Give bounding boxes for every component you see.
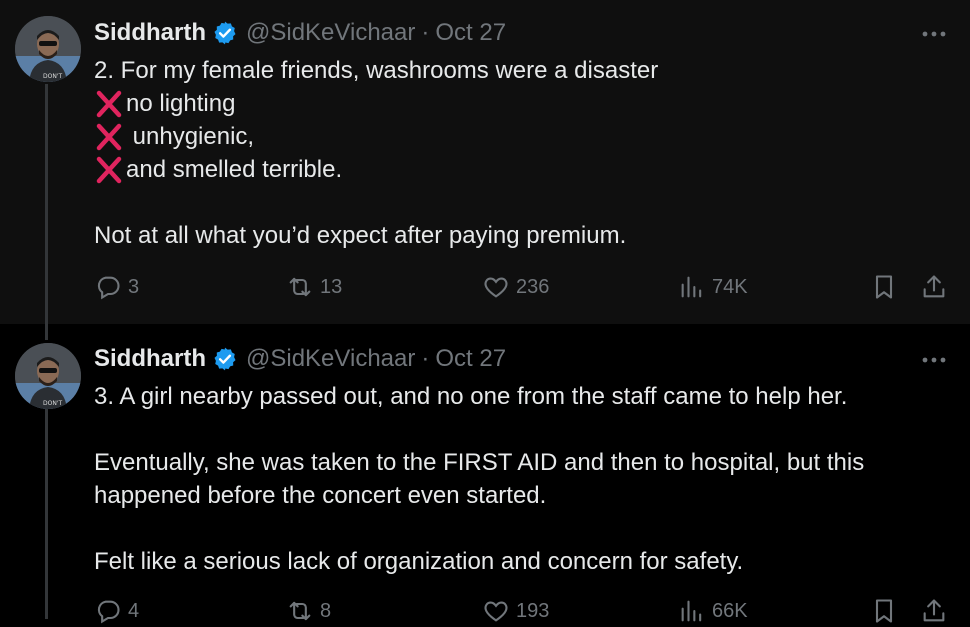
text-line-content: 2. For my female friends, washrooms were… <box>94 57 659 84</box>
views-chart-icon <box>681 276 702 298</box>
more-options-icon[interactable] <box>920 24 948 44</box>
heart-icon <box>484 601 508 622</box>
avatar-image: DON'T <box>15 16 81 82</box>
text-line: no lighting <box>94 87 930 120</box>
text-line: Felt like a serious lack of organization… <box>94 545 930 578</box>
reply-count: 3 <box>128 275 140 298</box>
separator-dot: · <box>421 345 430 372</box>
like-count: 236 <box>516 275 550 298</box>
tweet-text: 3. A girl nearby passed out, and no one … <box>94 380 930 578</box>
cross-mark-icon <box>94 156 124 184</box>
tweet-actions: 3 13 236 74K <box>94 273 950 303</box>
reply-button[interactable]: 4 <box>94 597 139 625</box>
tweet-header: Siddharth @SidKeVichaar · Oct 27 <box>94 16 506 50</box>
tweet-card[interactable]: DON'T Siddharth @SidKeVichaar · Oct 27 3… <box>0 324 970 624</box>
cross-mark-icon <box>94 123 124 151</box>
thread-line <box>45 84 48 324</box>
text-line: unhygienic, <box>94 120 930 153</box>
text-line-content: Not at all what you’d expect after payin… <box>94 222 627 249</box>
text-line-content: no lighting <box>126 90 236 117</box>
like-count: 193 <box>516 599 550 622</box>
reply-icon <box>97 276 120 300</box>
retweet-button[interactable]: 13 <box>286 273 342 301</box>
text-line: 2. For my female friends, washrooms were… <box>94 54 930 87</box>
avatar-badge: DON'T <box>43 73 62 80</box>
text-line: Not at all what you’d expect after payin… <box>94 219 930 252</box>
bookmark-icon <box>875 275 893 299</box>
tweet-card[interactable]: DON'T Siddharth @SidKeVichaar · Oct 27 2… <box>0 0 970 324</box>
separator-dot: · <box>421 19 430 46</box>
views-button[interactable]: 74K <box>678 273 748 301</box>
share-button[interactable] <box>920 597 954 625</box>
retweet-count: 8 <box>320 599 332 622</box>
text-line: 3. A girl nearby passed out, and no one … <box>94 380 930 413</box>
avatar[interactable]: DON'T <box>15 343 81 409</box>
more-options-icon[interactable] <box>920 350 948 370</box>
tweet-date[interactable]: Oct 27 <box>435 345 506 373</box>
avatar-badge: DON'T <box>43 400 62 407</box>
like-button[interactable]: 236 <box>482 273 549 301</box>
avatar[interactable]: DON'T <box>15 16 81 82</box>
tweet-actions: 4 8 193 66K <box>94 597 950 627</box>
view-count: 66K <box>712 599 748 622</box>
retweet-icon <box>289 601 311 621</box>
retweet-icon <box>289 277 311 297</box>
retweet-count: 13 <box>320 275 343 298</box>
share-icon <box>923 275 945 298</box>
handle[interactable]: @SidKeVichaar <box>246 345 415 373</box>
text-line: and smelled terrible. <box>94 153 930 186</box>
tweet-date[interactable]: Oct 27 <box>435 19 506 47</box>
reply-button[interactable]: 3 <box>94 273 139 301</box>
text-line-content: unhygienic, <box>126 123 255 150</box>
bookmark-button[interactable] <box>870 273 904 301</box>
reply-icon <box>97 600 120 624</box>
text-line-content: and smelled terrible. <box>126 156 343 183</box>
thread-line <box>45 324 48 340</box>
text-line-content: Felt like a serious lack of organization… <box>94 548 744 575</box>
view-count: 74K <box>712 275 748 298</box>
verified-badge-icon <box>214 347 236 371</box>
retweet-button[interactable]: 8 <box>286 597 331 625</box>
bookmark-icon <box>875 599 893 623</box>
views-button[interactable]: 66K <box>678 597 748 625</box>
tweet-header: Siddharth @SidKeVichaar · Oct 27 <box>94 342 506 376</box>
views-chart-icon <box>681 600 702 622</box>
display-name[interactable]: Siddharth <box>94 345 206 373</box>
heart-icon <box>484 277 508 298</box>
tweet-text: 2. For my female friends, washrooms were… <box>94 54 930 252</box>
bookmark-button[interactable] <box>870 597 904 625</box>
verified-badge-icon <box>214 21 236 45</box>
like-button[interactable]: 193 <box>482 597 549 625</box>
thread-line <box>45 406 48 619</box>
share-button[interactable] <box>920 273 954 301</box>
text-line-content: 3. A girl nearby passed out, and no one … <box>94 383 848 410</box>
display-name[interactable]: Siddharth <box>94 19 206 47</box>
cross-mark-icon <box>94 90 124 118</box>
share-icon <box>923 599 945 622</box>
reply-count: 4 <box>128 599 140 622</box>
text-paragraph: Eventually, she was taken to the FIRST A… <box>94 449 865 509</box>
avatar-image: DON'T <box>15 343 81 409</box>
handle[interactable]: @SidKeVichaar <box>246 19 415 47</box>
